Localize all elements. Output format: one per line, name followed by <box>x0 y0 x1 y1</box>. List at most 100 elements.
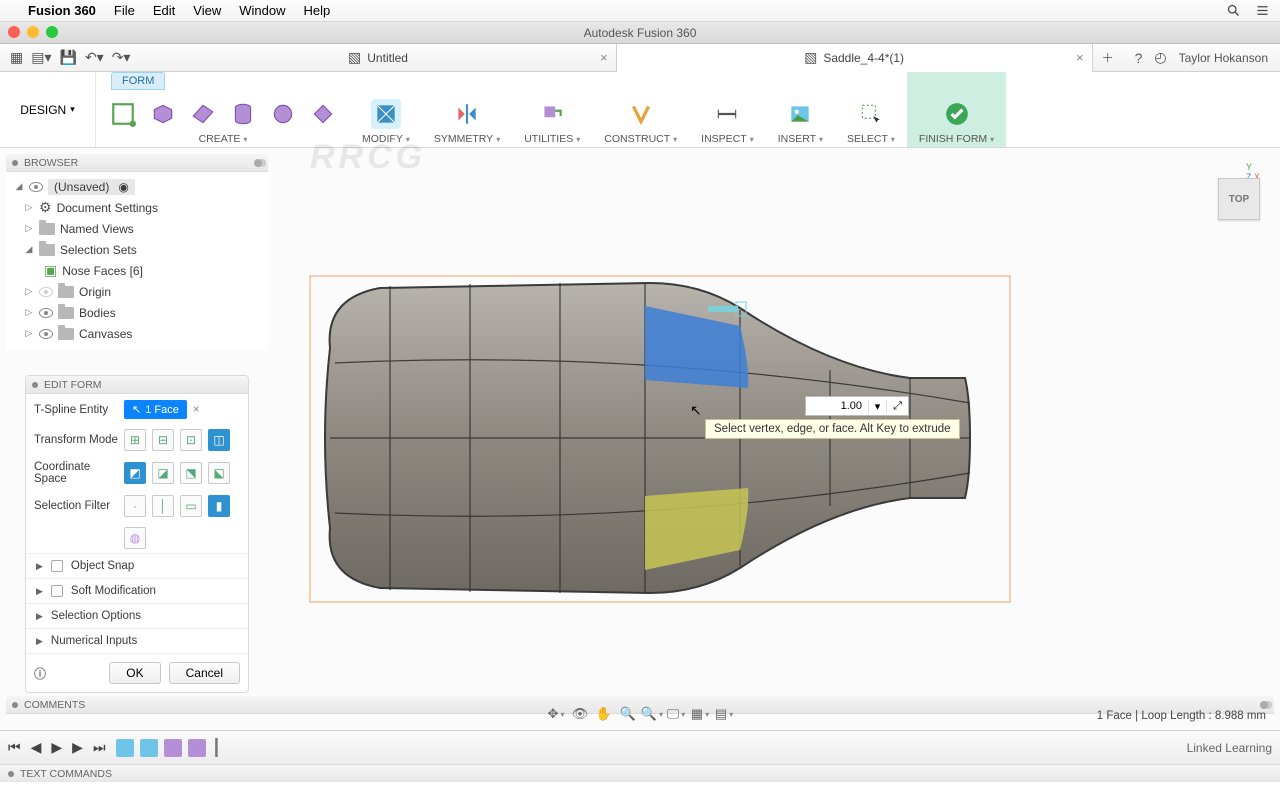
transform-mode-2-icon[interactable]: ⊟ <box>152 429 174 451</box>
viewcube[interactable]: TOP <box>1218 178 1260 220</box>
tree-root[interactable]: ◢(Unsaved) ◉ <box>10 176 264 197</box>
transform-mode-options[interactable]: ⊞ ⊟ ⊡ ◫ <box>124 429 240 451</box>
timeline-feature-icon[interactable] <box>140 739 158 757</box>
ribbon-label[interactable]: UTILITIES <box>524 133 580 145</box>
plane-icon[interactable] <box>188 99 218 129</box>
visibility-icon[interactable] <box>39 308 53 318</box>
selection-filter-options[interactable]: · │ ▭ ▮ <box>124 495 240 517</box>
zoom-window-icon[interactable]: 🔍 <box>643 705 661 723</box>
app-name[interactable]: Fusion 360 <box>28 3 96 18</box>
window-controls[interactable] <box>8 26 58 38</box>
orbit-icon[interactable]: ✥ <box>547 705 565 723</box>
transform-mode-1-icon[interactable]: ⊞ <box>124 429 146 451</box>
group-numerical[interactable]: ▶Numerical Inputs <box>26 628 248 653</box>
timeline-feature-icon[interactable] <box>116 739 134 757</box>
context-tab-form[interactable]: FORM <box>111 72 165 90</box>
sketch-icon[interactable] <box>108 99 138 129</box>
tree-item-origin[interactable]: ▷Origin <box>10 281 264 302</box>
ribbon-label[interactable]: CONSTRUCT <box>604 133 677 145</box>
viewport[interactable]: ↖ ▾ ⤢ Select vertex, edge, or face. Alt … <box>270 148 1280 694</box>
utilities-icon[interactable] <box>537 99 567 129</box>
viewport-layout-icon[interactable]: ▤ <box>715 705 733 723</box>
tree-item-canvases[interactable]: ▷Canvases <box>10 323 264 344</box>
close-tab-icon[interactable]: × <box>600 50 608 65</box>
visibility-icon[interactable] <box>39 287 53 297</box>
tree-item-nosefaces[interactable]: ▣Nose Faces [6] <box>10 260 264 281</box>
tree-item-docsettings[interactable]: ▷⚙Document Settings <box>10 197 264 218</box>
group-selection-opts[interactable]: ▶Selection Options <box>26 603 248 628</box>
filter-body-icon[interactable]: ▮ <box>208 495 230 517</box>
add-tab-button[interactable]: ＋ <box>1093 49 1123 66</box>
tab-saddle[interactable]: ▧ Saddle_4-4*(1) × <box>617 44 1093 72</box>
tree-item-namedviews[interactable]: ▷Named Views <box>10 218 264 239</box>
value-dropdown-icon[interactable]: ▾ <box>868 400 886 413</box>
timeline-feature-icon[interactable] <box>188 739 206 757</box>
menu-view[interactable]: View <box>193 3 221 18</box>
undo-icon[interactable]: ↶▾ <box>85 49 104 66</box>
quadball-icon[interactable] <box>308 99 338 129</box>
tree-item-selectionsets[interactable]: ◢Selection Sets <box>10 239 264 260</box>
value-input-box[interactable]: ▾ ⤢ <box>805 396 909 416</box>
browser-tree[interactable]: ◢(Unsaved) ◉ ▷⚙Document Settings ▷Named … <box>6 172 268 350</box>
clock-icon[interactable]: ◴ <box>1154 49 1166 66</box>
filter-edge-icon[interactable]: │ <box>152 495 174 517</box>
close-window-icon[interactable] <box>8 26 20 38</box>
value-expand-icon[interactable]: ⤢ <box>886 400 908 413</box>
zoom-icon[interactable]: 🔍 <box>619 705 637 723</box>
redo-icon[interactable]: ↷▾ <box>112 49 131 66</box>
file-menu-icon[interactable]: ▤▾ <box>31 49 51 66</box>
menu-window[interactable]: Window <box>239 3 285 18</box>
ok-button[interactable]: OK <box>109 662 160 684</box>
edit-form-icon[interactable] <box>371 99 401 129</box>
timeline-start-icon[interactable]: ⏮ <box>8 739 21 756</box>
browser-header[interactable]: BROWSER <box>6 154 268 172</box>
data-panel-icon[interactable]: ▦ <box>10 49 23 66</box>
timeline-next-icon[interactable]: ▶ <box>72 739 83 756</box>
coord-3-icon[interactable]: ⬔ <box>180 462 202 484</box>
workspace-switcher[interactable]: DESIGN▾ <box>0 72 96 147</box>
cancel-button[interactable]: Cancel <box>169 662 240 684</box>
select-icon[interactable] <box>856 99 886 129</box>
ribbon-label[interactable]: FINISH FORM <box>919 133 994 145</box>
coord-1-icon[interactable]: ◩ <box>124 462 146 484</box>
group-soft-mod[interactable]: ▶Soft Modification <box>26 578 248 603</box>
close-tab-icon[interactable]: × <box>1076 50 1084 65</box>
timeline-playhead-icon[interactable]: ┃ <box>212 738 222 758</box>
info-icon[interactable]: ⓘ <box>34 665 46 682</box>
ribbon-group-finish[interactable]: FINISH FORM <box>907 72 1006 147</box>
clear-selection-icon[interactable]: × <box>193 404 200 416</box>
checkbox[interactable] <box>51 585 63 597</box>
coord-space-options[interactable]: ◩ ◪ ⬔ ⬕ <box>124 462 240 484</box>
look-icon[interactable]: 👁 <box>571 705 589 723</box>
text-commands-panel[interactable]: TEXT COMMANDS <box>0 764 1280 782</box>
user-name[interactable]: Taylor Hokanson <box>1179 51 1268 65</box>
timeline-play-icon[interactable]: ▶ <box>51 739 62 756</box>
ribbon-label[interactable]: CREATE <box>199 133 248 145</box>
entity-chip[interactable]: ↖ 1 Face <box>124 400 187 419</box>
list-icon[interactable] <box>1255 3 1270 18</box>
filter-vertex-icon[interactable]: · <box>124 495 146 517</box>
construct-icon[interactable] <box>626 99 656 129</box>
filter-extra-icon[interactable]: ◍ <box>124 527 146 549</box>
finish-form-icon[interactable] <box>942 99 972 129</box>
timeline-feature-icon[interactable] <box>164 739 182 757</box>
timeline-prev-icon[interactable]: ◀ <box>31 739 42 756</box>
pin-icon[interactable] <box>254 159 262 167</box>
zoom-window-icon[interactable] <box>46 26 58 38</box>
checkbox[interactable] <box>51 560 63 572</box>
mirror-icon[interactable] <box>452 99 482 129</box>
scale-value-input[interactable] <box>806 400 868 412</box>
grid-settings-icon[interactable]: ▦ <box>691 705 709 723</box>
sphere-icon[interactable] <box>268 99 298 129</box>
ribbon-label[interactable]: SELECT <box>847 133 895 145</box>
ribbon-label[interactable]: MODIFY <box>362 133 410 145</box>
timeline-features[interactable]: ┃ <box>116 738 222 758</box>
ribbon-label[interactable]: INSERT <box>778 133 823 145</box>
tab-untitled[interactable]: ▧ Untitled × <box>140 44 616 72</box>
ribbon-label[interactable]: INSPECT <box>701 133 754 145</box>
pan-icon[interactable]: ✋ <box>595 705 613 723</box>
tree-item-bodies[interactable]: ▷Bodies <box>10 302 264 323</box>
measure-icon[interactable] <box>712 99 742 129</box>
box-icon[interactable] <box>148 99 178 129</box>
help-icon[interactable]: ? <box>1135 50 1143 66</box>
